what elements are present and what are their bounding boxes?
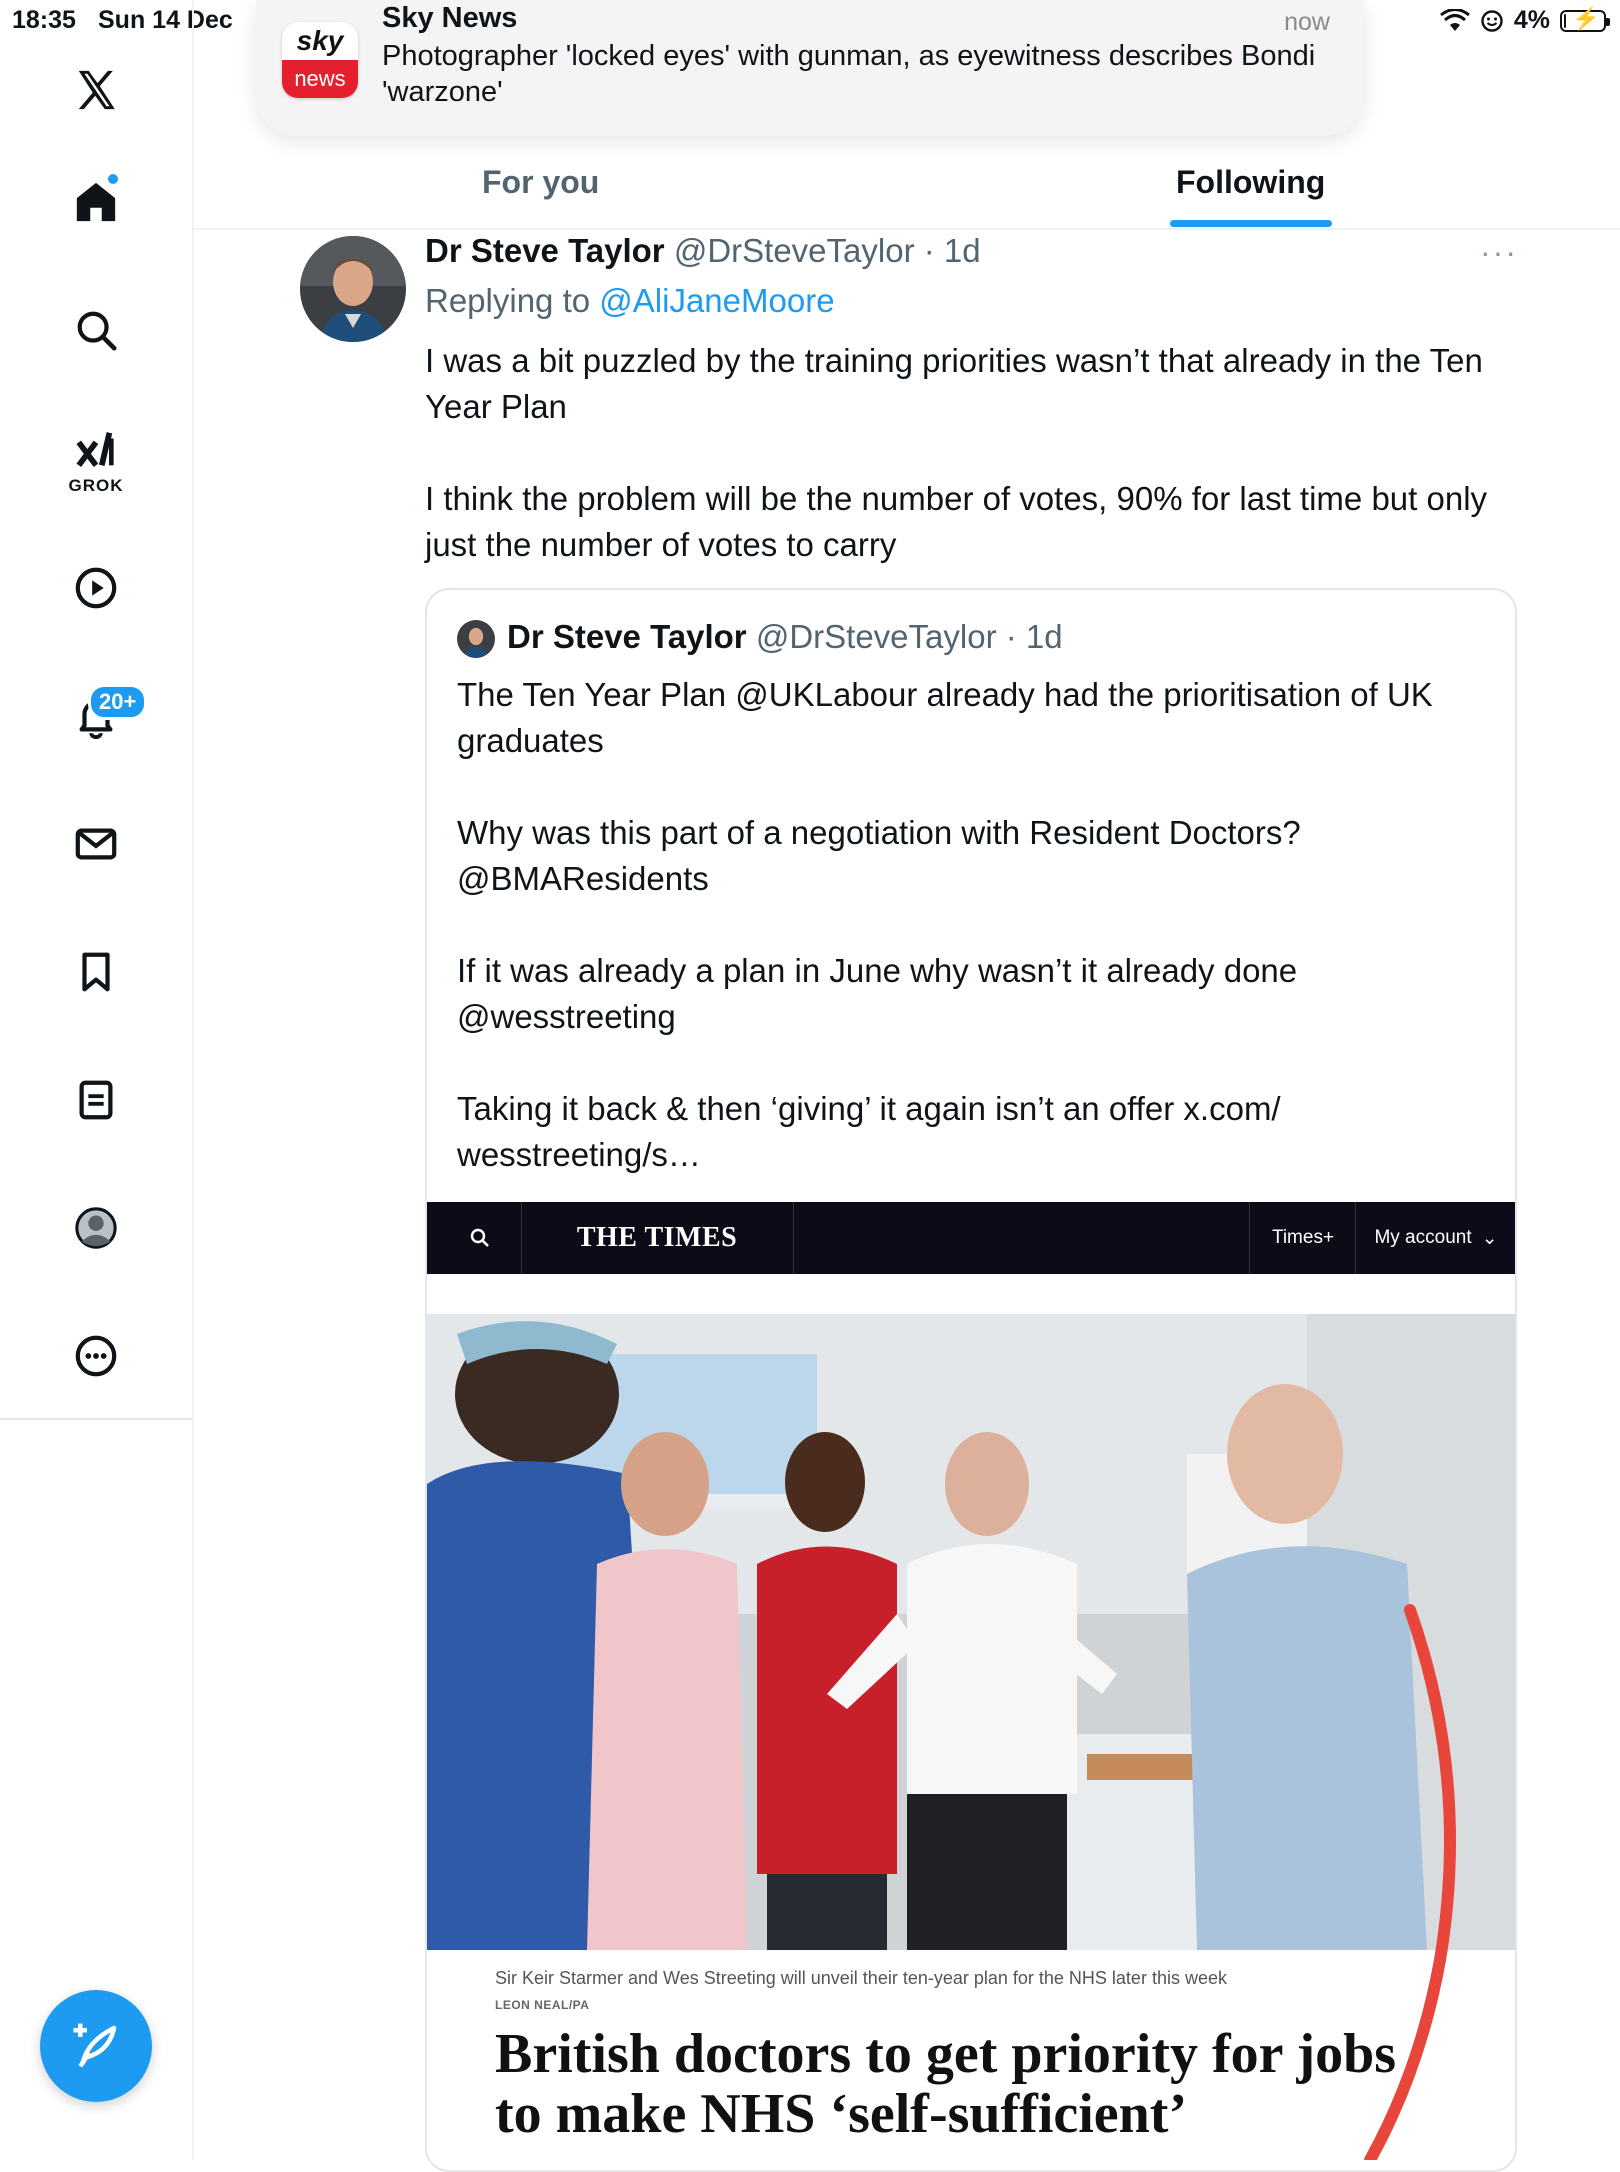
times-account-menu: My account ⌄ [1355, 1202, 1515, 1274]
times-logo: THE TIMES [521, 1202, 794, 1274]
compose-feather-icon [73, 2023, 117, 2068]
wifi-icon [1439, 8, 1470, 31]
active-tab-indicator [1170, 220, 1332, 227]
focus-icon [1481, 9, 1503, 32]
tweet-text: I was a bit puzzled by the training prio… [425, 342, 1488, 563]
quote-avatar [457, 620, 495, 658]
times-account-label: My account [1374, 1227, 1472, 1248]
avatar[interactable] [300, 236, 406, 342]
author-name[interactable]: Dr Steve Taylor [425, 232, 665, 269]
battery-percent: 4% [1513, 6, 1550, 34]
sky-news-logo: sky news [282, 22, 358, 98]
notification-body: Photographer 'locked eyes' with gunman, … [382, 40, 1316, 108]
article-photo [427, 1314, 1515, 1950]
replying-to-label: Replying to [425, 282, 591, 319]
status-indicators: 4% ⚡ [1439, 6, 1610, 35]
tab-following[interactable]: Following [1176, 164, 1325, 201]
replying-to-handle[interactable]: @AliJaneMoore [599, 282, 834, 319]
notification-app-name: Sky News [382, 2, 518, 34]
times-plus-link: Times+ [1249, 1202, 1356, 1274]
grok-label: GROK [68, 476, 124, 495]
compose-button[interactable] [40, 1990, 152, 2102]
chevron-down-icon: ⌄ [1481, 1227, 1498, 1249]
tweet-header: Dr Steve Taylor @DrSteveTaylor · 1d [425, 232, 981, 270]
video-icon[interactable] [70, 562, 122, 614]
tab-for-you[interactable]: For you [482, 164, 599, 201]
lists-icon[interactable] [70, 1074, 122, 1126]
tweet-time[interactable]: · 1d [924, 232, 981, 269]
sidebar-divider [0, 1418, 192, 1420]
article-image[interactable]: THE TIMES Times+ My account ⌄ Sir Keir S… [427, 1202, 1515, 2170]
sky-logo-word: sky [282, 22, 358, 60]
author-handle[interactable]: @DrSteveTaylor [674, 232, 915, 269]
quote-text: The Ten Year Plan @UKLabour already had … [457, 676, 1433, 1173]
article-photo-credit: LEON NEAL/PA [495, 1998, 590, 2012]
battery-level [1564, 13, 1566, 28]
search-icon[interactable] [70, 304, 122, 356]
quoted-tweet[interactable]: Dr Steve Taylor @DrSteveTaylor · 1d The … [425, 588, 1517, 2172]
sidebar: GROK 20+ [0, 0, 194, 2160]
times-search-icon [439, 1202, 522, 1274]
quote-author-name: Dr Steve Taylor [507, 618, 747, 655]
quote-header: Dr Steve Taylor @DrSteveTaylor · 1d [507, 618, 1063, 656]
article-caption: Sir Keir Starmer and Wes Streeting will … [495, 1968, 1227, 1988]
quote-author-handle: @DrSteveTaylor [755, 618, 997, 655]
messages-icon[interactable] [70, 818, 122, 870]
notification-time: now [1284, 8, 1330, 36]
profile-icon[interactable] [70, 1202, 122, 1254]
bookmarks-icon[interactable] [70, 946, 122, 998]
notifications-badge: 20+ [88, 684, 148, 720]
times-nav-bar: THE TIMES Times+ My account ⌄ [427, 1202, 1515, 1274]
tweet-more-icon[interactable]: ··· [1480, 234, 1518, 271]
more-icon[interactable] [70, 1330, 122, 1382]
battery-icon: ⚡ [1560, 7, 1610, 32]
notification-banner[interactable]: sky news Sky News now Photographer 'lock… [256, 0, 1364, 136]
timeline-tabs: For you Following [194, 140, 1620, 230]
home-unread-dot [108, 174, 118, 184]
x-logo-icon[interactable] [70, 64, 122, 116]
quote-time: · 1d [1005, 618, 1063, 655]
replying-to: Replying to @AliJaneMoore [425, 282, 835, 320]
article-headline: British doctors to get priority for jobs… [495, 2023, 1397, 2145]
grok-icon[interactable] [70, 424, 122, 476]
sky-logo-news: news [282, 60, 358, 98]
